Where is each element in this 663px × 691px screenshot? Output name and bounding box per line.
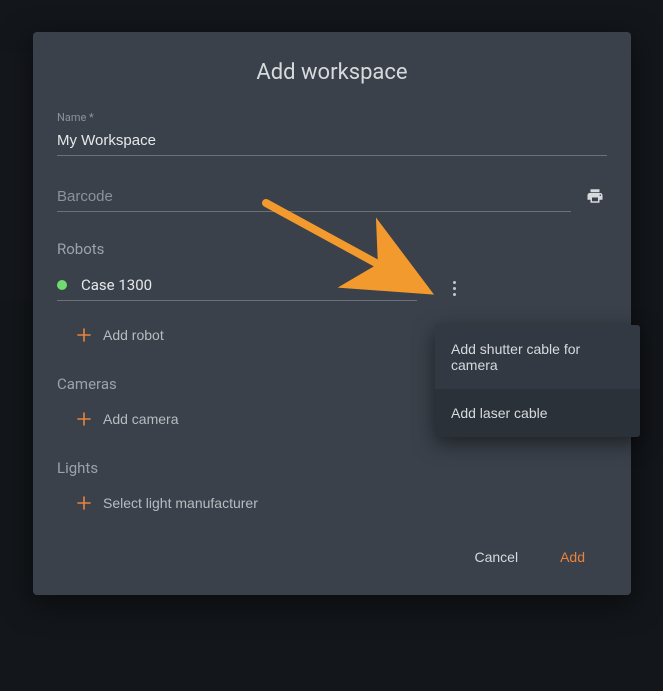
name-field-group: Name * <box>57 111 607 156</box>
robot-more-button[interactable] <box>445 277 464 300</box>
add-robot-button[interactable]: Add robot <box>77 327 164 343</box>
side-strip <box>0 52 32 300</box>
barcode-field-group <box>57 184 607 212</box>
select-light-label: Select light manufacturer <box>103 495 258 511</box>
add-robot-label: Add robot <box>103 327 164 343</box>
name-label: Name * <box>57 111 607 124</box>
kebab-dot-icon <box>453 281 456 284</box>
lights-section-label: Lights <box>57 459 607 477</box>
robot-select[interactable]: Case 1300 ▼ <box>57 276 417 301</box>
robot-row: Case 1300 ▼ <box>57 276 607 301</box>
select-light-manufacturer-button[interactable]: Select light manufacturer <box>77 495 258 511</box>
add-button[interactable]: Add <box>556 543 589 571</box>
status-dot-icon <box>57 280 67 290</box>
plus-icon <box>77 412 91 426</box>
kebab-dot-icon <box>453 287 456 290</box>
menu-item-laser-cable[interactable]: Add laser cable <box>435 389 640 437</box>
dialog-title: Add workspace <box>57 60 607 85</box>
plus-icon <box>77 328 91 342</box>
kebab-dot-icon <box>453 293 456 296</box>
print-barcode-button[interactable] <box>583 185 607 210</box>
robots-section-label: Robots <box>57 240 607 258</box>
robot-context-menu: Add shutter cable for camera Add laser c… <box>435 325 640 437</box>
add-camera-label: Add camera <box>103 411 178 427</box>
menu-item-shutter-cable[interactable]: Add shutter cable for camera <box>435 325 640 389</box>
chevron-down-icon: ▼ <box>407 280 417 291</box>
plus-icon <box>77 496 91 510</box>
dialog-actions: Cancel Add <box>57 543 607 571</box>
robot-select-value: Case 1300 <box>81 276 407 294</box>
cancel-button[interactable]: Cancel <box>470 543 522 571</box>
add-camera-button[interactable]: Add camera <box>77 411 178 427</box>
printer-icon <box>585 187 605 205</box>
add-workspace-dialog: Add workspace Name * Robots Case 1300 ▼ … <box>33 32 631 595</box>
name-input[interactable] <box>57 128 607 156</box>
barcode-input[interactable] <box>57 184 571 212</box>
